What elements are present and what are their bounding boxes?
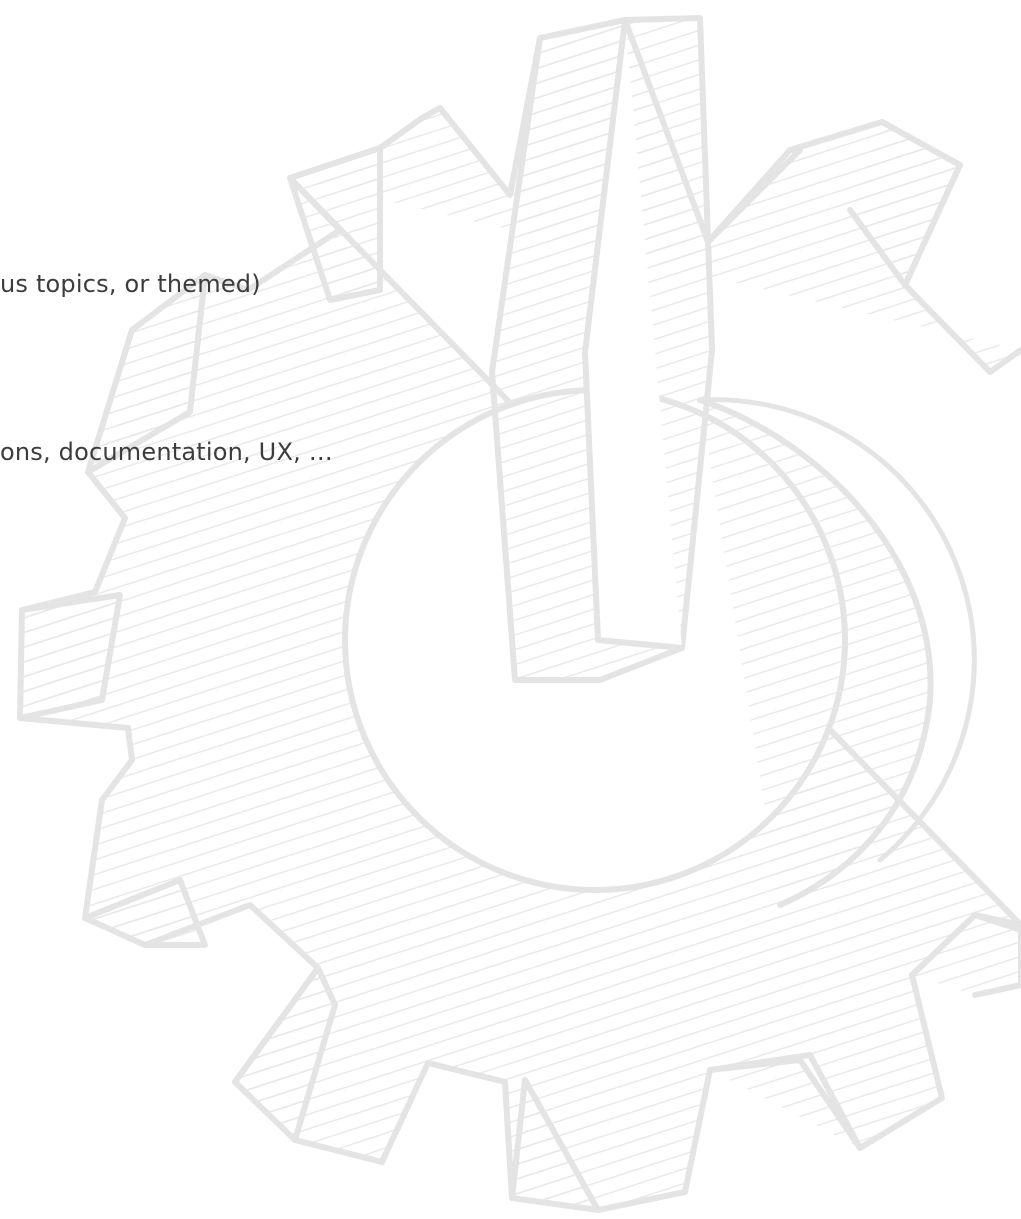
gear-power-icon <box>17 15 1021 1213</box>
bullet-text-topics: us topics, or themed) <box>0 270 261 298</box>
bullet-text-contributions: ons, documentation, UX, … <box>0 438 333 466</box>
slide-canvas: us topics, or themed) ons, documentation… <box>0 0 1021 1219</box>
